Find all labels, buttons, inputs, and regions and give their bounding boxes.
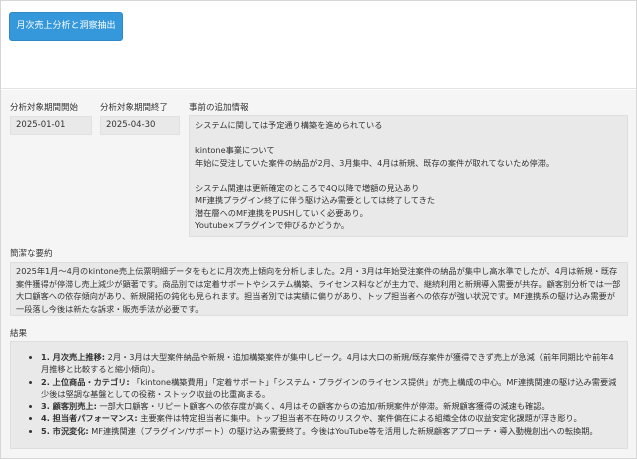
- result-item-title: 5. 市況変化:: [41, 425, 89, 436]
- result-item-title: 2. 上位商品・カテゴリ:: [41, 376, 130, 387]
- summary-text: 2025年1月～4月のkintone売上伝票明細データをもとに月次売上傾向を分析…: [10, 262, 628, 316]
- result-item: 3. 顧客別売上: 一部大口顧客・リピート顧客への依存度が高く、4月はその顧客か…: [41, 400, 617, 412]
- monthly-sales-analysis-button[interactable]: 月次売上分析と洞察抽出: [9, 12, 123, 41]
- additional-info-label: 事前の追加情報: [189, 103, 249, 113]
- info-line: システムに関しては予定通り構築を進められている: [195, 120, 383, 130]
- result-item: 1. 月次売上推移: 2月・3月は大型案件納品や新規・追加構築案件が集中しピーク…: [41, 351, 617, 376]
- additional-info-field: システムに関しては予定通り構築を進められている kintone事業について 年始…: [189, 115, 628, 237]
- summary-label: 簡潔な要約: [10, 249, 53, 259]
- result-item-title: 3. 顧客別売上:: [41, 401, 97, 412]
- info-line: MF連携プラグイン終了に伴う駆け込み需要としては終了してきた: [195, 195, 436, 205]
- result-item: 2. 上位商品・カテゴリ: 「kintone構築費用」「定着サポート」「システム…: [41, 376, 617, 401]
- result-item: 5. 市況変化: MF連携関連（プラグイン/サポート）の駆け込み需要終了。今後は…: [41, 425, 617, 437]
- info-line: kintone事業について: [195, 145, 275, 155]
- info-line: [195, 169, 627, 182]
- result-item-title: 4. 担当者パフォーマンス:: [41, 413, 138, 424]
- info-line: 年始に受注していた案件の納品が2月、3月集中、4月は新規、既存の案件が取れてない…: [195, 157, 555, 168]
- results-label: 結果: [10, 329, 28, 339]
- info-line: 潜在層へのMF連携をPUSHしていく必要あり。: [195, 207, 368, 218]
- result-item-title: 1. 月次売上推移:: [41, 352, 106, 362]
- end-date-label: 分析対象期間終了: [100, 103, 169, 113]
- results-field: 1. 月次売上推移: 2月・3月は大型案件納品や新規・追加構築案件が集中しピーク…: [10, 341, 628, 449]
- result-item-text: 主要案件は特定担当者に集中。トップ担当者不在時のリスクや、案件偏在による組織全体…: [137, 413, 582, 424]
- result-item-text: MF連携関連（プラグイン/サポート）の駆け込み需要終了。今後はYouTube等を…: [88, 425, 598, 436]
- info-line: システム関連は更新確定のところで4Q以降で増額の見込あり: [195, 182, 420, 193]
- toolbar: 月次売上分析と洞察抽出: [1, 1, 636, 89]
- result-item-text: 2月・3月は大型案件納品や新規・追加構築案件が集中しピーク。4月は大口の新規/既…: [41, 352, 614, 375]
- info-line: Youtube×プラグインで伸びるかどうか。: [195, 220, 350, 230]
- start-date-field: 2025-01-01: [10, 116, 92, 135]
- result-item: 4. 担当者パフォーマンス: 主要案件は特定担当者に集中。トップ担当者不在時のリ…: [41, 412, 617, 424]
- result-item-text: 一部大口顧客・リピート顧客への依存度が高く、4月はその顧客からの追加/新規案件が…: [96, 401, 550, 412]
- results-list: 1. 月次売上推移: 2月・3月は大型案件納品や新規・追加構築案件が集中しピーク…: [29, 351, 617, 437]
- end-date-field: 2025-04-30: [100, 116, 180, 135]
- start-date-label: 分析対象期間開始: [10, 103, 79, 113]
- info-line: [195, 132, 627, 145]
- report-panel: 分析対象期間開始 分析対象期間終了 事前の追加情報 2025-01-01 202…: [1, 90, 636, 458]
